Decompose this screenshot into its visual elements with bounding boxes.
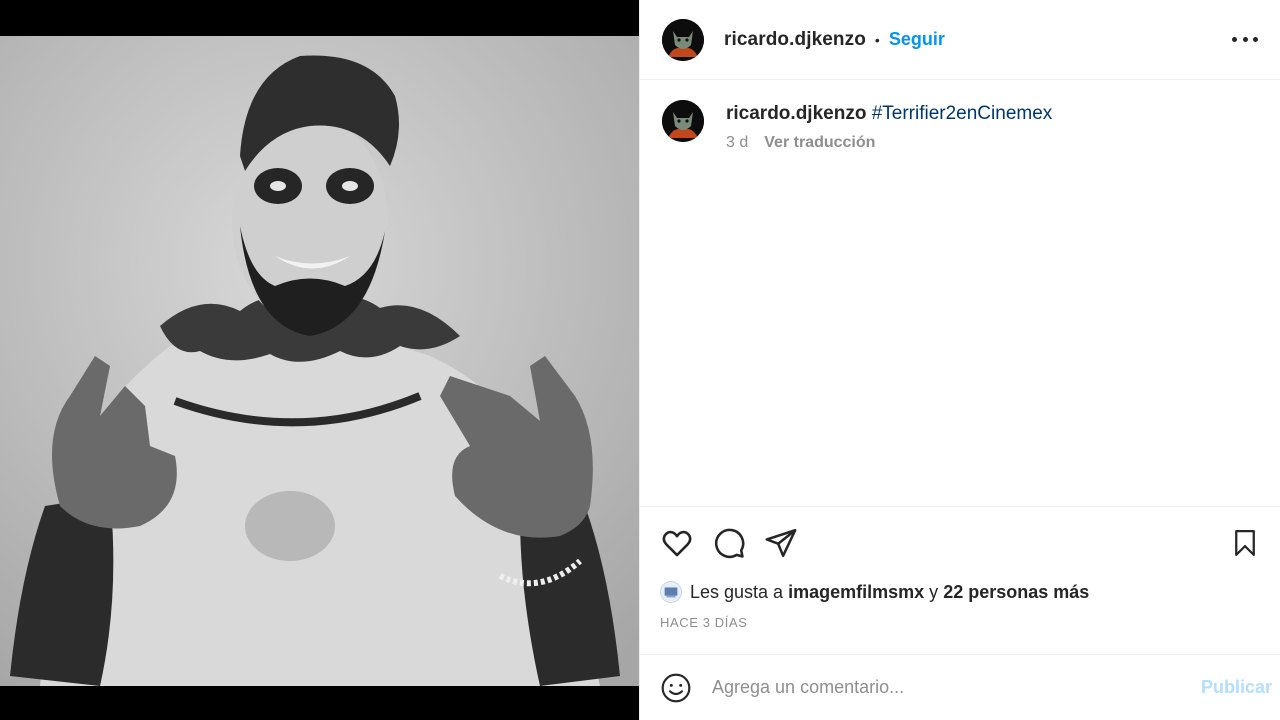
actions-area: Les gusta a imagemfilmsmx y 22 personas … [640,506,1280,654]
photo-illustration [0,36,639,686]
see-translation-button[interactable]: Ver traducción [764,134,875,152]
post-side-panel: ricardo.djkenzo • Seguir ricardo.djkenzo… [639,0,1280,720]
avatar-wolf-icon [662,100,704,142]
comment-input[interactable] [712,677,1201,698]
more-dot [1253,37,1258,42]
smiley-icon[interactable] [660,672,692,704]
separator-dot: • [874,31,880,48]
likes-joiner: y [929,581,939,602]
comment-composer: Publicar [640,654,1280,720]
caption-area: ricardo.djkenzo #Terrifier2enCinemex 3 d… [640,80,1280,506]
likes-summary: Les gusta a imagemfilmsmx y 22 personas … [660,581,1260,603]
caption-hashtag[interactable]: #Terrifier2enCinemex [872,103,1053,124]
liker-avatar-icon [661,582,681,602]
caption-body: ricardo.djkenzo #Terrifier2enCinemex 3 d… [726,100,1052,152]
action-bar [660,525,1260,561]
heart-icon[interactable] [660,526,694,560]
comment-icon[interactable] [712,526,746,560]
caption-meta: 3 d Ver traducción [726,134,1052,152]
post-photo[interactable] [0,36,639,686]
post-modal: ricardo.djkenzo • Seguir ricardo.djkenzo… [0,0,1280,720]
more-dot [1232,37,1237,42]
avatar-wolf-icon [662,18,704,61]
more-options-icon[interactable] [1232,30,1258,50]
liker-username[interactable]: imagemfilmsmx [788,582,924,603]
more-dot [1242,37,1248,42]
caption-avatar[interactable] [662,100,704,142]
publish-button[interactable]: Publicar [1201,677,1272,698]
send-icon[interactable] [764,526,798,560]
bookmark-icon[interactable] [1230,526,1260,560]
post-timestamp[interactable]: HACE 3 DÍAS [660,615,1260,630]
avatar[interactable] [662,18,704,61]
post-header: ricardo.djkenzo • Seguir [640,0,1280,80]
post-media [0,0,639,720]
header-username[interactable]: ricardo.djkenzo [724,29,866,51]
caption-username[interactable]: ricardo.djkenzo [726,103,866,124]
follow-button[interactable]: Seguir [889,29,945,50]
likes-others-link[interactable]: 22 personas más [943,582,1089,603]
liker-avatar[interactable] [660,581,682,603]
caption-text: ricardo.djkenzo #Terrifier2enCinemex [726,102,1052,126]
likes-prefix: Les gusta a [690,581,784,602]
caption-row: ricardo.djkenzo #Terrifier2enCinemex 3 d… [662,100,1258,152]
caption-age[interactable]: 3 d [726,134,748,152]
